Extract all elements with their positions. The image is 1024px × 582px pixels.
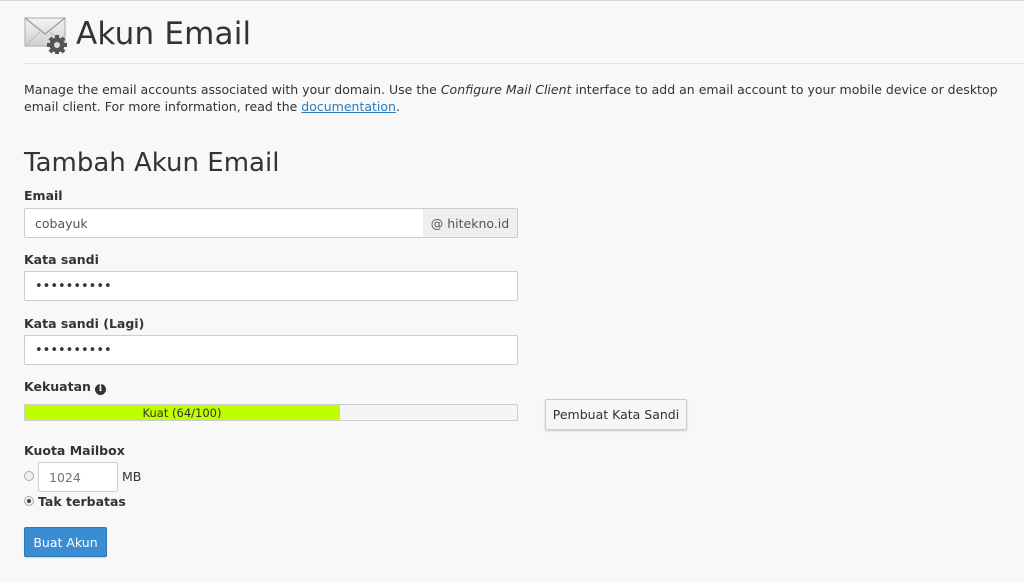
description-text: Manage the email accounts associated wit… bbox=[24, 82, 441, 97]
info-circle-icon[interactable]: i bbox=[94, 384, 106, 395]
quota-unit: MB bbox=[122, 469, 142, 484]
quota-unlimited-label[interactable]: Tak terbatas bbox=[38, 494, 126, 509]
section-title: Tambah Akun Email bbox=[24, 148, 280, 178]
strength-label: Kekuatan bbox=[24, 379, 91, 394]
password-generator-button[interactable]: Pembuat Kata Sandi bbox=[545, 399, 687, 430]
documentation-link[interactable]: documentation bbox=[301, 99, 396, 114]
password-confirm-input[interactable]: •••••••••• bbox=[24, 335, 518, 365]
strength-meter-text: Kuat (64/100) bbox=[142, 405, 222, 420]
password-input[interactable]: •••••••••• bbox=[24, 271, 518, 301]
password-label: Kata sandi bbox=[24, 252, 99, 267]
email-label: Email bbox=[24, 188, 63, 203]
description-text-3: . bbox=[395, 99, 400, 114]
quota-unlimited-radio[interactable] bbox=[24, 496, 34, 506]
quota-label: Kuota Mailbox bbox=[24, 443, 125, 458]
email-domain-addon: @ hitekno.id bbox=[423, 208, 518, 238]
description-emphasis: Configure Mail Client bbox=[440, 82, 572, 97]
strength-label-row: Kekuatan i bbox=[24, 379, 106, 395]
page-description: Manage the email accounts associated wit… bbox=[24, 81, 1016, 115]
email-input[interactable] bbox=[24, 208, 424, 238]
page-title: Akun Email bbox=[76, 15, 252, 52]
email-gear-icon bbox=[24, 14, 68, 55]
quota-input[interactable] bbox=[38, 462, 118, 492]
quota-limited-radio[interactable] bbox=[24, 471, 34, 481]
header-divider bbox=[24, 63, 1024, 64]
strength-meter: Kuat (64/100) bbox=[24, 404, 518, 421]
password-confirm-masked-value: •••••••••• bbox=[35, 342, 112, 358]
password-masked-value: •••••••••• bbox=[35, 278, 112, 294]
password-confirm-label: Kata sandi (Lagi) bbox=[24, 316, 145, 331]
page-header: Akun Email bbox=[24, 10, 251, 58]
create-account-button[interactable]: Buat Akun bbox=[24, 527, 107, 557]
